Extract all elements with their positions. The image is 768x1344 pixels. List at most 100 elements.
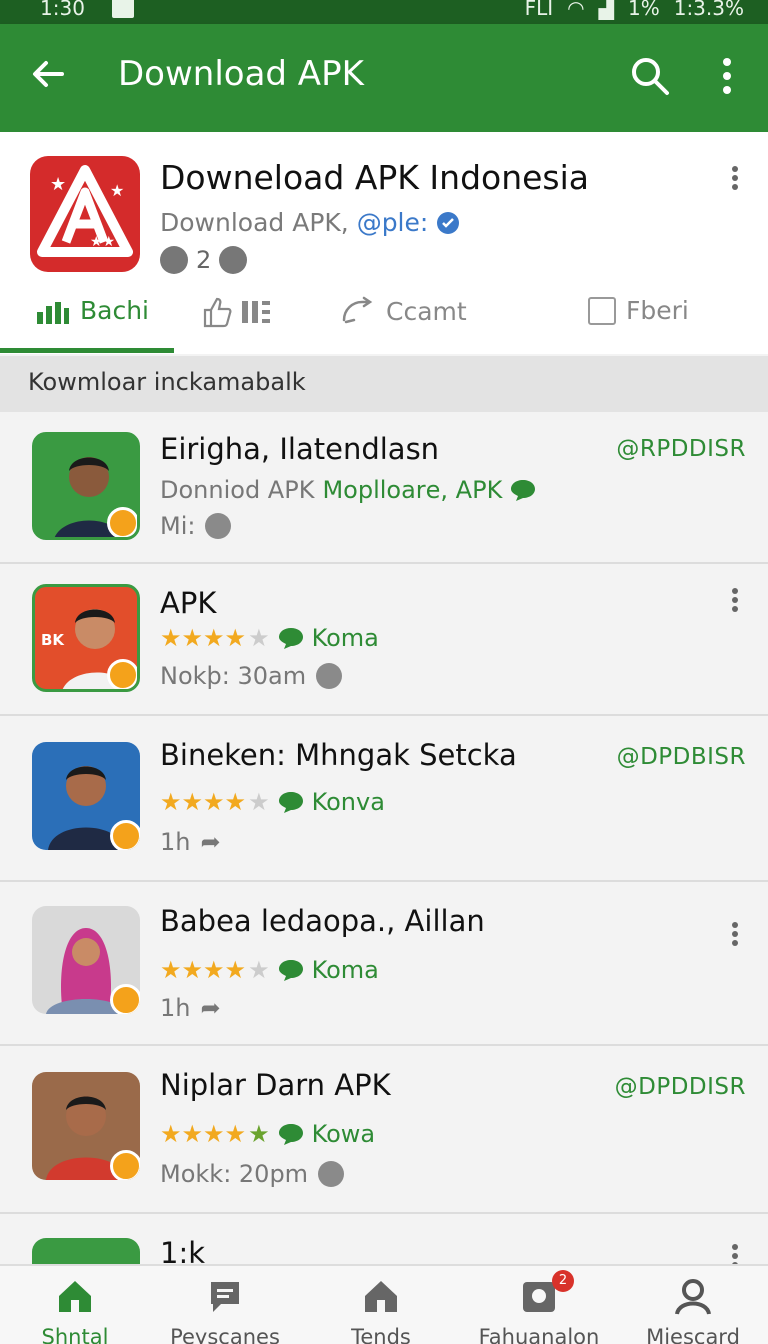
play-badge-icon — [107, 659, 137, 689]
subtitle-text: Download APK, — [160, 208, 357, 237]
status-text: FLI — [524, 0, 554, 20]
svg-text:★: ★ — [110, 181, 124, 200]
nav-label: Shntal — [41, 1325, 109, 1344]
list-item[interactable]: Niplar Darn APK ★★★★ ★ Kowa Mokk: 20pm @D… — [0, 1046, 768, 1214]
active-tab-indicator — [0, 348, 174, 353]
chat-label[interactable]: Konva — [312, 788, 385, 816]
item-meta-text: Nokþ: 30am — [160, 662, 307, 690]
item-meta-text: 1h — [160, 828, 191, 856]
avatar-label: BK — [41, 631, 65, 649]
avatar: BK — [32, 584, 140, 692]
item-meta-text: Mi: — [160, 512, 196, 540]
svg-text:★: ★ — [50, 174, 66, 195]
page-title: Download APK — [118, 54, 364, 94]
chat-label[interactable]: Koma — [312, 956, 379, 984]
item-meta-text: Mokk: 20pm — [160, 1160, 309, 1188]
star-rating: ★★★★ ★ — [160, 956, 270, 984]
subtitle-link[interactable]: @ple: — [357, 208, 429, 237]
item-tag[interactable]: @DPDBISR — [617, 744, 746, 770]
verified-icon — [437, 212, 460, 234]
thumbs-up-icon — [203, 297, 232, 328]
header-more-icon[interactable] — [730, 166, 740, 194]
app-title: Downeload APK Indonesia — [160, 158, 590, 197]
app-header-card: ★ ★ ★★ Downeload APK Indonesia Download … — [0, 132, 768, 354]
chat-bubble-icon — [278, 1124, 303, 1145]
avatar — [32, 906, 140, 1014]
list-item[interactable]: Eirigha, Ilatendlasn Donniod APK Mopllоa… — [0, 412, 768, 564]
search-icon[interactable] — [628, 54, 672, 98]
nav-label: Fahuanalon — [478, 1325, 600, 1344]
list-icon — [242, 301, 270, 323]
nav-messages[interactable]: Peyscanes — [150, 1276, 300, 1344]
tab-label: Fberi — [626, 296, 689, 325]
item-subtitle: Donniod APK Mopllоarе, APK — [160, 476, 536, 504]
app-logo: ★ ★ ★★ — [30, 156, 140, 272]
tab-label: Bachi — [80, 296, 150, 325]
item-tag[interactable]: @DPDDISR — [615, 1074, 746, 1100]
status-time: 1:30 — [40, 0, 85, 20]
nav-home[interactable]: Shntal — [0, 1276, 150, 1344]
item-title: Bineken: Mhngak Setcka — [160, 738, 517, 772]
tab-bar: Bachi Ccamt Fberi — [0, 282, 768, 354]
tab-fberi[interactable]: Fberi — [588, 296, 689, 325]
play-badge-icon — [110, 1150, 140, 1180]
item-title: Eirigha, Ilatendlasn — [160, 432, 440, 466]
tab-like[interactable] — [202, 296, 270, 328]
bottom-navigation: Shntal Peyscanes Tends 2 Fahuanalon Mies… — [0, 1264, 768, 1344]
chat-bubble-icon — [511, 480, 536, 501]
app-subtitle: Download APK, @ple: — [160, 208, 460, 237]
chart-bars-icon — [37, 301, 69, 324]
app-bar: Download APK — [0, 24, 768, 132]
status-bar: 1:30 FLI ◠ ▟ 1% 1:3.3% — [0, 0, 768, 24]
nav-profile[interactable]: Miescard — [618, 1276, 768, 1344]
avatar — [32, 1072, 140, 1180]
person-icon — [675, 1279, 711, 1315]
status-clock: 1:3.3% — [673, 0, 744, 20]
section-header: Kowmloar inckamabalk — [0, 356, 768, 412]
item-rating-row: ★★★★ ★ Kowa — [160, 1120, 375, 1148]
share-icon: ➦ — [200, 994, 221, 1022]
app-meta: 2 — [160, 246, 248, 274]
face-icon — [205, 513, 232, 539]
avatar — [32, 432, 140, 540]
back-arrow-icon[interactable] — [28, 54, 68, 94]
svg-text:★★: ★★ — [90, 234, 115, 250]
nav-trends[interactable]: Tends — [306, 1276, 456, 1344]
nav-notifications[interactable]: 2 Fahuanalon — [464, 1270, 614, 1344]
list-item[interactable]: BK APK ★★★★ ★ Koma Nokþ: 30am — [0, 564, 768, 716]
subtitle-green[interactable]: Mopllоarе, APK — [322, 476, 502, 504]
home-icon — [59, 1281, 91, 1312]
item-meta-text: 1h — [160, 994, 191, 1022]
more-vert-icon[interactable] — [712, 56, 742, 96]
face-icon — [219, 246, 248, 274]
chat-label[interactable]: Kowa — [312, 1120, 376, 1148]
star-rating: ★★★★ ★ — [160, 1120, 270, 1148]
item-rating-row: ★★★★ ★ Konva — [160, 788, 385, 816]
section-title: Kowmloar inckamabalk — [28, 368, 306, 396]
item-tag[interactable]: @RPDDISR — [616, 436, 746, 462]
notification-icon — [112, 0, 134, 18]
list-item[interactable]: Bineken: Mhngak Setcka ★★★★ ★ Konva 1h ➦ … — [0, 716, 768, 882]
download-icon — [160, 246, 188, 274]
nav-label: Miescard — [646, 1325, 740, 1344]
item-title: Babea ledaopa., Aillan — [160, 904, 485, 938]
tab-bachi[interactable]: Bachi — [36, 296, 149, 325]
list-item[interactable]: Babea ledaopa., Aillan ★★★★ ★ Koma 1h ➦ — [0, 882, 768, 1046]
item-meta: Nokþ: 30am — [160, 662, 343, 690]
chat-bubble-icon — [278, 628, 303, 649]
play-badge-icon — [107, 507, 137, 537]
item-meta: Mi: — [160, 512, 232, 540]
face-icon — [316, 663, 343, 689]
item-title: Niplar Darn APK — [160, 1068, 391, 1102]
item-more-icon[interactable] — [730, 922, 740, 950]
tab-ccamt[interactable]: Ccamt — [340, 296, 467, 326]
battery-text: 1% — [627, 0, 660, 20]
face-icon — [318, 1161, 345, 1187]
item-title: APK — [160, 586, 217, 620]
subtitle-text: Donniod APK — [160, 476, 315, 504]
chat-bubble-icon — [278, 792, 303, 813]
item-more-icon[interactable] — [730, 588, 740, 616]
house-icon — [365, 1281, 397, 1312]
signal-icon: ▟ — [598, 0, 614, 20]
chat-label[interactable]: Koma — [312, 624, 379, 652]
